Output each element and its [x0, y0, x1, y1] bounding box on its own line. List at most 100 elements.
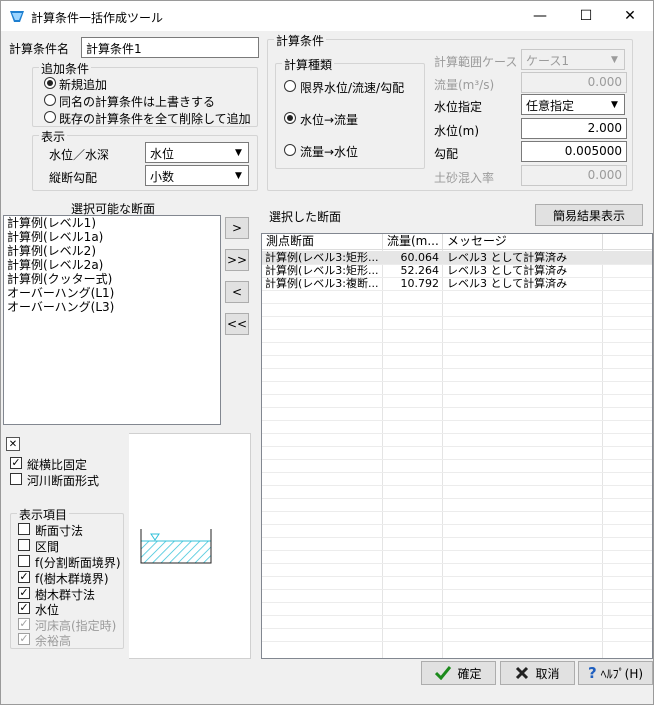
column-header[interactable]: メッセージ: [443, 234, 603, 250]
title-bar: 計算条件一括作成ツール — ☐ ✕: [1, 1, 653, 31]
range-case-select[interactable]: ケース1 ▼: [521, 49, 625, 70]
add-all-button[interactable]: >>: [225, 249, 249, 271]
selected-sections-title: 選択した断面: [269, 210, 342, 224]
flow-input[interactable]: 0.000: [521, 72, 627, 93]
chevron-down-icon: ▼: [611, 54, 618, 65]
radio-flow-to-level[interactable]: [284, 144, 296, 156]
row-name: 計算例(レベル3:矩形...: [265, 264, 379, 277]
additional-condition-title: 追加条件: [39, 60, 92, 77]
add-button[interactable]: >: [225, 217, 249, 239]
row-flow: 60.064: [400, 251, 440, 264]
list-item[interactable]: オーバーハング(L3): [4, 300, 220, 314]
item-label: 断面寸法: [35, 524, 84, 538]
display-group-title: 表示: [39, 128, 68, 145]
row-message: レベル3 として計算済み: [447, 251, 568, 264]
radio-new-add-label: 新規追加: [59, 78, 108, 92]
flow-label: 流量(m³/s): [434, 78, 495, 92]
radio-level-to-flow-label: 水位→流量: [300, 113, 359, 127]
ok-button[interactable]: 確定: [421, 661, 496, 685]
remove-all-button[interactable]: <<: [225, 313, 249, 335]
radio-critical[interactable]: [284, 80, 296, 92]
chevron-down-icon: ▼: [611, 99, 618, 110]
item-checkbox[interactable]: [18, 523, 30, 535]
calc-condition-title: 計算条件: [274, 32, 327, 49]
quick-result-button[interactable]: 簡易結果表示: [535, 204, 643, 226]
column-header[interactable]: 流量(m...: [383, 234, 443, 250]
item-label: 水位: [35, 603, 60, 617]
radio-new-add[interactable]: [44, 77, 56, 89]
list-item[interactable]: オーバーハング(L1): [4, 286, 220, 300]
radio-overwrite-label: 同名の計算条件は上書きする: [59, 95, 216, 109]
sediment-input[interactable]: 0.000: [521, 165, 627, 186]
item-checkbox[interactable]: ✓: [18, 571, 30, 583]
list-item[interactable]: 計算例(レベル2a): [4, 258, 220, 272]
chevron-down-icon: ▼: [235, 147, 242, 158]
item-label: 余裕高: [35, 634, 72, 648]
water-level-spec-select[interactable]: 任意指定 ▼: [521, 94, 625, 115]
grid-header: 測点断面 流量(m... メッセージ: [262, 234, 652, 250]
help-button[interactable]: ? ﾍﾙﾌﾟ(H): [578, 661, 653, 685]
row-name: 計算例(レベル3:複断...: [265, 277, 379, 290]
list-item[interactable]: 計算例(レベル1a): [4, 230, 220, 244]
radio-delete-all[interactable]: [44, 111, 56, 123]
main-window: 計算条件一括作成ツール — ☐ ✕ 計算条件名 計算条件1 追加条件 新規追加 …: [0, 0, 654, 705]
water-level-label: 水位(m): [434, 124, 480, 138]
item-checkbox[interactable]: [18, 539, 30, 551]
range-case-label: 計算範囲ケース: [434, 55, 518, 69]
available-sections-list[interactable]: 計算例(レベル1) 計算例(レベル1a) 計算例(レベル2) 計算例(レベル2a…: [3, 215, 221, 425]
list-item[interactable]: 計算例(レベル1): [4, 216, 220, 230]
row-message: レベル3 として計算済み: [447, 277, 568, 290]
item-checkbox[interactable]: [18, 555, 30, 567]
close-button[interactable]: ✕: [607, 1, 653, 31]
radio-delete-all-label: 既存の計算条件を全て削除して追加: [59, 112, 251, 126]
column-header[interactable]: 測点断面: [262, 234, 383, 250]
cancel-x-icon: [516, 666, 529, 680]
slope-input[interactable]: 0.005000: [521, 141, 627, 162]
radio-level-to-flow[interactable]: [284, 112, 296, 124]
condition-name-label: 計算条件名: [9, 42, 70, 56]
aspect-fixed-checkbox[interactable]: ✓: [10, 457, 22, 469]
radio-critical-label: 限界水位/流速/勾配: [300, 81, 405, 95]
app-icon: [10, 11, 24, 22]
water-area: [141, 541, 211, 563]
radio-overwrite[interactable]: [44, 94, 56, 106]
aspect-fixed-label: 縦横比固定: [27, 458, 88, 472]
calc-type-title: 計算種類: [282, 56, 335, 73]
remove-button[interactable]: <: [225, 281, 249, 303]
list-item[interactable]: 計算例(クッター式): [4, 272, 220, 286]
display-items-title: 表示項目: [17, 506, 70, 523]
level-depth-select[interactable]: 水位 ▼: [145, 142, 249, 163]
chevron-down-icon: ▼: [235, 170, 242, 181]
water-level-spec-label: 水位指定: [434, 100, 483, 114]
preview-close-button[interactable]: ✕: [6, 437, 20, 451]
longitudinal-slope-select[interactable]: 小数 ▼: [145, 165, 249, 186]
item-label: f(分割断面境界): [35, 556, 121, 570]
water-level-icon: [150, 533, 160, 541]
check-icon: [435, 666, 452, 680]
selected-sections-grid[interactable]: 測点断面 流量(m... メッセージ 計算例(レベル3:矩形... 60.064…: [261, 233, 653, 659]
row-flow: 10.792: [400, 277, 440, 290]
minimize-button[interactable]: —: [517, 1, 563, 31]
row-name: 計算例(レベル3:矩形...: [265, 251, 379, 264]
item-checkbox[interactable]: ✓: [18, 602, 30, 614]
slope-label: 勾配: [434, 147, 459, 161]
longitudinal-slope-label: 縦断勾配: [49, 171, 98, 185]
water-level-input[interactable]: 2.000: [521, 118, 627, 139]
river-shape-label: 河川断面形式: [27, 474, 100, 488]
help-icon: ?: [587, 664, 597, 682]
item-label: 区間: [35, 540, 60, 554]
list-item[interactable]: 計算例(レベル2): [4, 244, 220, 258]
row-flow: 52.264: [400, 264, 440, 277]
river-shape-checkbox[interactable]: [10, 473, 22, 485]
cross-section-preview: [140, 529, 212, 564]
condition-name-input[interactable]: 計算条件1: [81, 37, 259, 58]
window-title: 計算条件一括作成ツール: [31, 11, 164, 25]
maximize-button[interactable]: ☐: [563, 1, 609, 31]
item-checkbox[interactable]: ✓: [18, 633, 30, 645]
item-checkbox[interactable]: ✓: [18, 618, 30, 630]
level-depth-label: 水位／水深: [49, 148, 110, 162]
sediment-label: 土砂混入率: [434, 171, 495, 185]
radio-flow-to-level-label: 流量→水位: [300, 145, 359, 159]
cancel-button[interactable]: 取消: [500, 661, 575, 685]
item-checkbox[interactable]: ✓: [18, 587, 30, 599]
